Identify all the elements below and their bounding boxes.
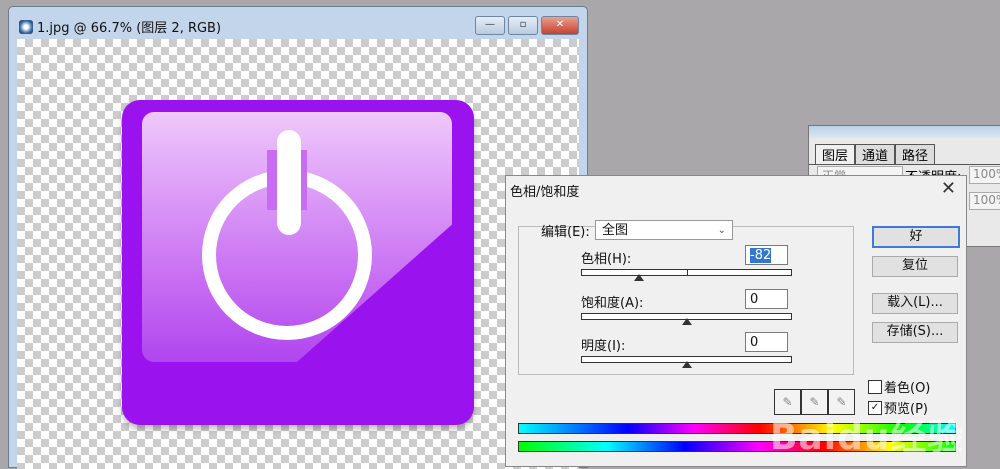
save-button[interactable]: 存储(S)... — [872, 322, 958, 343]
panel-title-bar — [809, 126, 1000, 138]
image-canvas[interactable] — [17, 39, 579, 469]
tab-layers[interactable]: 图层 — [815, 144, 856, 164]
chevron-down-icon: ⌄ — [717, 225, 726, 236]
hue-center-mark — [686, 270, 688, 275]
opacity-input[interactable]: 100% — [969, 166, 1000, 184]
power-bar — [277, 130, 301, 235]
lightness-label: 明度(I): — [581, 339, 626, 354]
dialog-close-button[interactable]: ✕ — [941, 178, 956, 199]
lightness-slider-thumb[interactable] — [681, 361, 692, 368]
ok-button[interactable]: 好 — [872, 226, 960, 248]
saturation-input[interactable]: 0 — [745, 289, 788, 309]
hue-value: -82 — [750, 248, 772, 263]
document-title: 1.jpg @ 66.7% (图层 2, RGB) — [37, 21, 222, 36]
minimize-button[interactable]: — — [475, 16, 505, 35]
lightness-slider[interactable] — [581, 356, 792, 368]
lightness-input[interactable]: 0 — [745, 332, 788, 352]
document-window: 1.jpg @ 66.7% (图层 2, RGB) — ▫ ✕ — [8, 6, 588, 469]
edit-value: 全图 — [602, 223, 629, 238]
fill-input[interactable]: 100% — [969, 192, 1000, 210]
colorize-label: 着色(O) — [884, 381, 931, 396]
photoshop-icon — [19, 19, 33, 34]
edit-label: 编辑(E): — [541, 225, 590, 240]
reset-button[interactable]: 复位 — [872, 256, 958, 277]
colorize-checkbox[interactable]: 着色(O) — [868, 377, 930, 396]
saturation-slider[interactable] — [581, 313, 792, 325]
close-button[interactable]: ✕ — [541, 16, 579, 35]
baidu-watermark: Baidu经验 — [770, 417, 965, 458]
load-button[interactable]: 载入(L)... — [872, 293, 958, 314]
tab-channels[interactable]: 通道 — [855, 144, 896, 164]
power-button-image — [122, 100, 474, 425]
saturation-label: 饱和度(A): — [581, 296, 644, 311]
dialog-title: 色相/饱和度 — [510, 185, 580, 200]
checkbox-box[interactable] — [868, 379, 882, 394]
saturation-slider-thumb[interactable] — [681, 318, 692, 325]
hue-input[interactable]: -82 — [745, 245, 788, 265]
document-title-bar[interactable]: 1.jpg @ 66.7% (图层 2, RGB) — [19, 17, 221, 36]
hue-label: 色相(H): — [581, 252, 632, 267]
restore-button[interactable]: ▫ — [508, 16, 538, 35]
adjust-group — [518, 226, 854, 375]
hue-slider[interactable] — [581, 269, 792, 281]
edit-select[interactable]: 全图 ⌄ — [595, 220, 733, 240]
tab-paths[interactable]: 路径 — [895, 144, 936, 164]
hue-slider-thumb[interactable] — [633, 274, 644, 281]
